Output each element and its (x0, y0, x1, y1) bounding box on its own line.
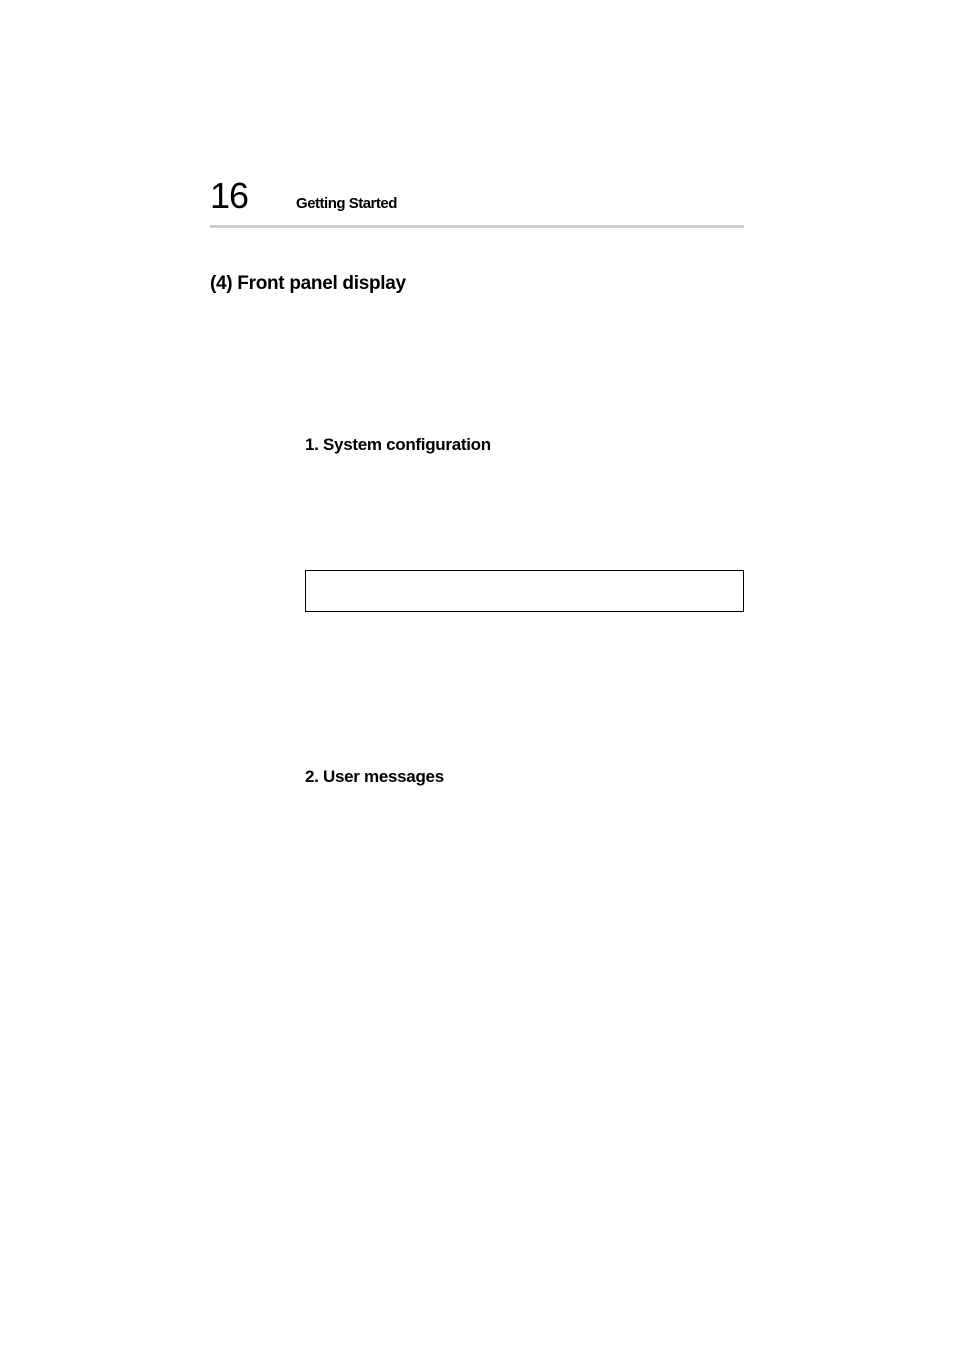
page-number: 16 (210, 175, 248, 217)
section-heading: (4) Front panel display (210, 273, 744, 295)
page-content: 16 Getting Started (4) Front panel displ… (0, 0, 954, 787)
page-header: 16 Getting Started (210, 175, 744, 228)
subsection-container: 1. System configuration 2. User messages (210, 435, 744, 787)
display-box (305, 570, 744, 612)
subsection-heading-1: 1. System configuration (305, 435, 744, 455)
subsection-heading-2: 2. User messages (305, 767, 744, 787)
chapter-title: Getting Started (296, 195, 397, 212)
